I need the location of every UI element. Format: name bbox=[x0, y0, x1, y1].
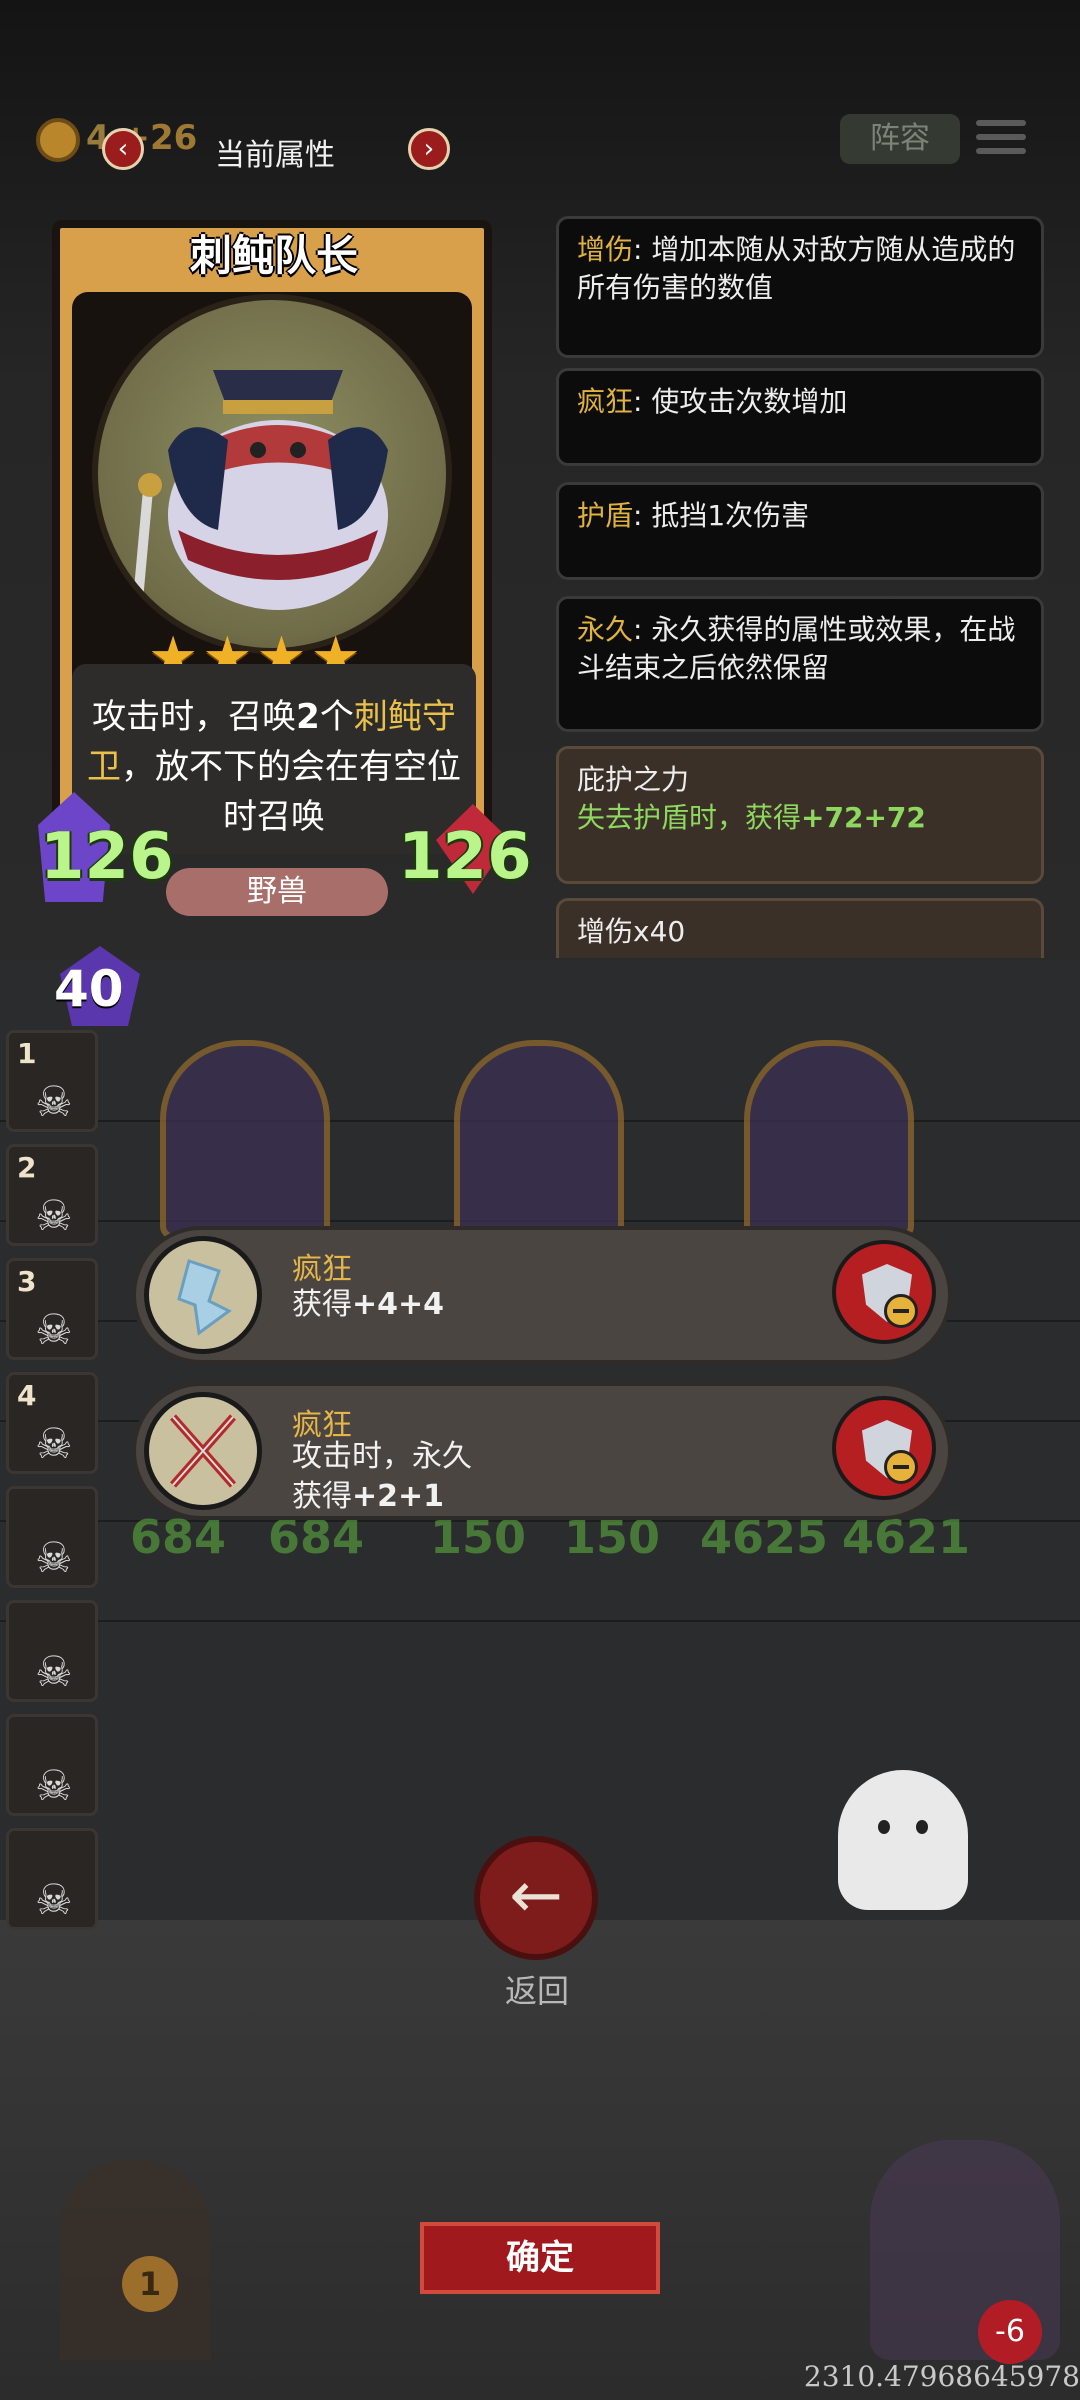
ghost-mascot bbox=[838, 1770, 968, 1910]
skull-icon: ☠ bbox=[35, 1419, 73, 1468]
trait-item: 增伤: 增加本随从对敌方随从造成的所有伤害的数值 bbox=[556, 216, 1044, 358]
trait-item: 疯狂: 使攻击次数增加 bbox=[556, 368, 1044, 466]
health-value: 126 bbox=[398, 820, 532, 894]
pufferfish-captain-illustration bbox=[133, 370, 388, 610]
trait-item: 永久: 永久获得的属性或效果，在战斗结束之后依然保留 bbox=[556, 596, 1044, 732]
damage-block: 增伤x40 bbox=[556, 898, 1044, 958]
skull-icon: ☠ bbox=[35, 1647, 73, 1696]
side-slot[interactable]: ☠ bbox=[6, 1714, 98, 1816]
effect-title: 疯狂 bbox=[292, 1252, 352, 1287]
minion-card: 刺鲀队长 ★★★★ 攻击时，召唤2个刺鲀守卫，放不下的会在有空位时召唤 126 … bbox=[38, 208, 532, 938]
menu-icon[interactable] bbox=[976, 112, 1026, 162]
side-slot[interactable]: ☠ bbox=[6, 1828, 98, 1930]
attack-value: 126 bbox=[40, 820, 174, 894]
tribe-label: 野兽 bbox=[166, 868, 388, 916]
skull-icon: ☠ bbox=[35, 1875, 73, 1924]
remove-shield-button[interactable] bbox=[832, 1396, 936, 1500]
lineup-button[interactable]: 阵容 bbox=[840, 114, 960, 164]
card-name: 刺鲀队长 bbox=[189, 231, 358, 280]
skull-icon: ☠ bbox=[35, 1761, 73, 1810]
skull-icon: ☠ bbox=[35, 1077, 73, 1126]
hero-health-badge: -6 bbox=[978, 2300, 1042, 2364]
effect-line: 获得+2+1 bbox=[292, 1479, 445, 1514]
effect-line: 攻击时，永久 bbox=[292, 1439, 472, 1474]
minus-icon bbox=[884, 1450, 918, 1484]
unit-card[interactable] bbox=[744, 1040, 914, 1240]
effect-row[interactable]: 疯狂 获得+4+4 bbox=[132, 1226, 952, 1364]
trait-item: 护盾: 抵挡1次伤害 bbox=[556, 482, 1044, 580]
footer-code: 2310.47968645978 bbox=[803, 2360, 1080, 2393]
skull-icon: ☠ bbox=[35, 1305, 73, 1354]
card-portrait bbox=[92, 294, 452, 654]
side-slot[interactable]: ☠ bbox=[6, 1486, 98, 1588]
minus-icon bbox=[884, 1294, 918, 1328]
next-arrow-button[interactable]: › bbox=[408, 128, 450, 170]
left-arrow-icon: ← bbox=[509, 1859, 563, 1933]
side-slot[interactable]: 4 ☠ bbox=[6, 1372, 98, 1474]
crossed-swords-icon bbox=[144, 1392, 262, 1510]
side-slot[interactable]: 2 ☠ bbox=[6, 1144, 98, 1246]
buff-title: 庇护之力 bbox=[577, 763, 690, 796]
side-slot[interactable]: 3 ☠ bbox=[6, 1258, 98, 1360]
effect-line: 获得+4+4 bbox=[292, 1287, 445, 1322]
side-slot[interactable]: 1 ☠ bbox=[6, 1030, 98, 1132]
current-attributes-title: 当前属性 bbox=[215, 138, 335, 173]
skull-icon: ☠ bbox=[35, 1533, 73, 1582]
previous-arrow-button[interactable]: ‹ bbox=[102, 128, 144, 170]
unit-card[interactable] bbox=[454, 1040, 624, 1240]
lightning-claw-icon bbox=[144, 1236, 262, 1354]
skull-icon: ☠ bbox=[35, 1191, 73, 1240]
gold-coin-icon bbox=[36, 118, 80, 162]
back-button[interactable]: ← bbox=[474, 1836, 598, 1960]
back-label: 返回 bbox=[504, 1972, 569, 2010]
trait-list[interactable]: 增伤: 增加本随从对敌方随从造成的所有伤害的数值 疯狂: 使攻击次数增加 护盾:… bbox=[540, 206, 1060, 958]
side-slot[interactable]: ☠ bbox=[6, 1600, 98, 1702]
buff-block: 庇护之力 失去护盾时，获得+72+72 bbox=[556, 746, 1044, 884]
buff-line: 失去护盾时，获得+72+72 bbox=[577, 801, 926, 834]
unit-card[interactable] bbox=[160, 1040, 330, 1240]
remove-shield-button[interactable] bbox=[832, 1240, 936, 1344]
effect-row[interactable]: 疯狂 攻击时，永久 获得+2+1 bbox=[132, 1382, 952, 1520]
confirm-button[interactable]: 确定 bbox=[420, 2222, 660, 2294]
door-count-badge: 1 bbox=[122, 2256, 178, 2312]
level-value: 40 bbox=[54, 960, 124, 1018]
